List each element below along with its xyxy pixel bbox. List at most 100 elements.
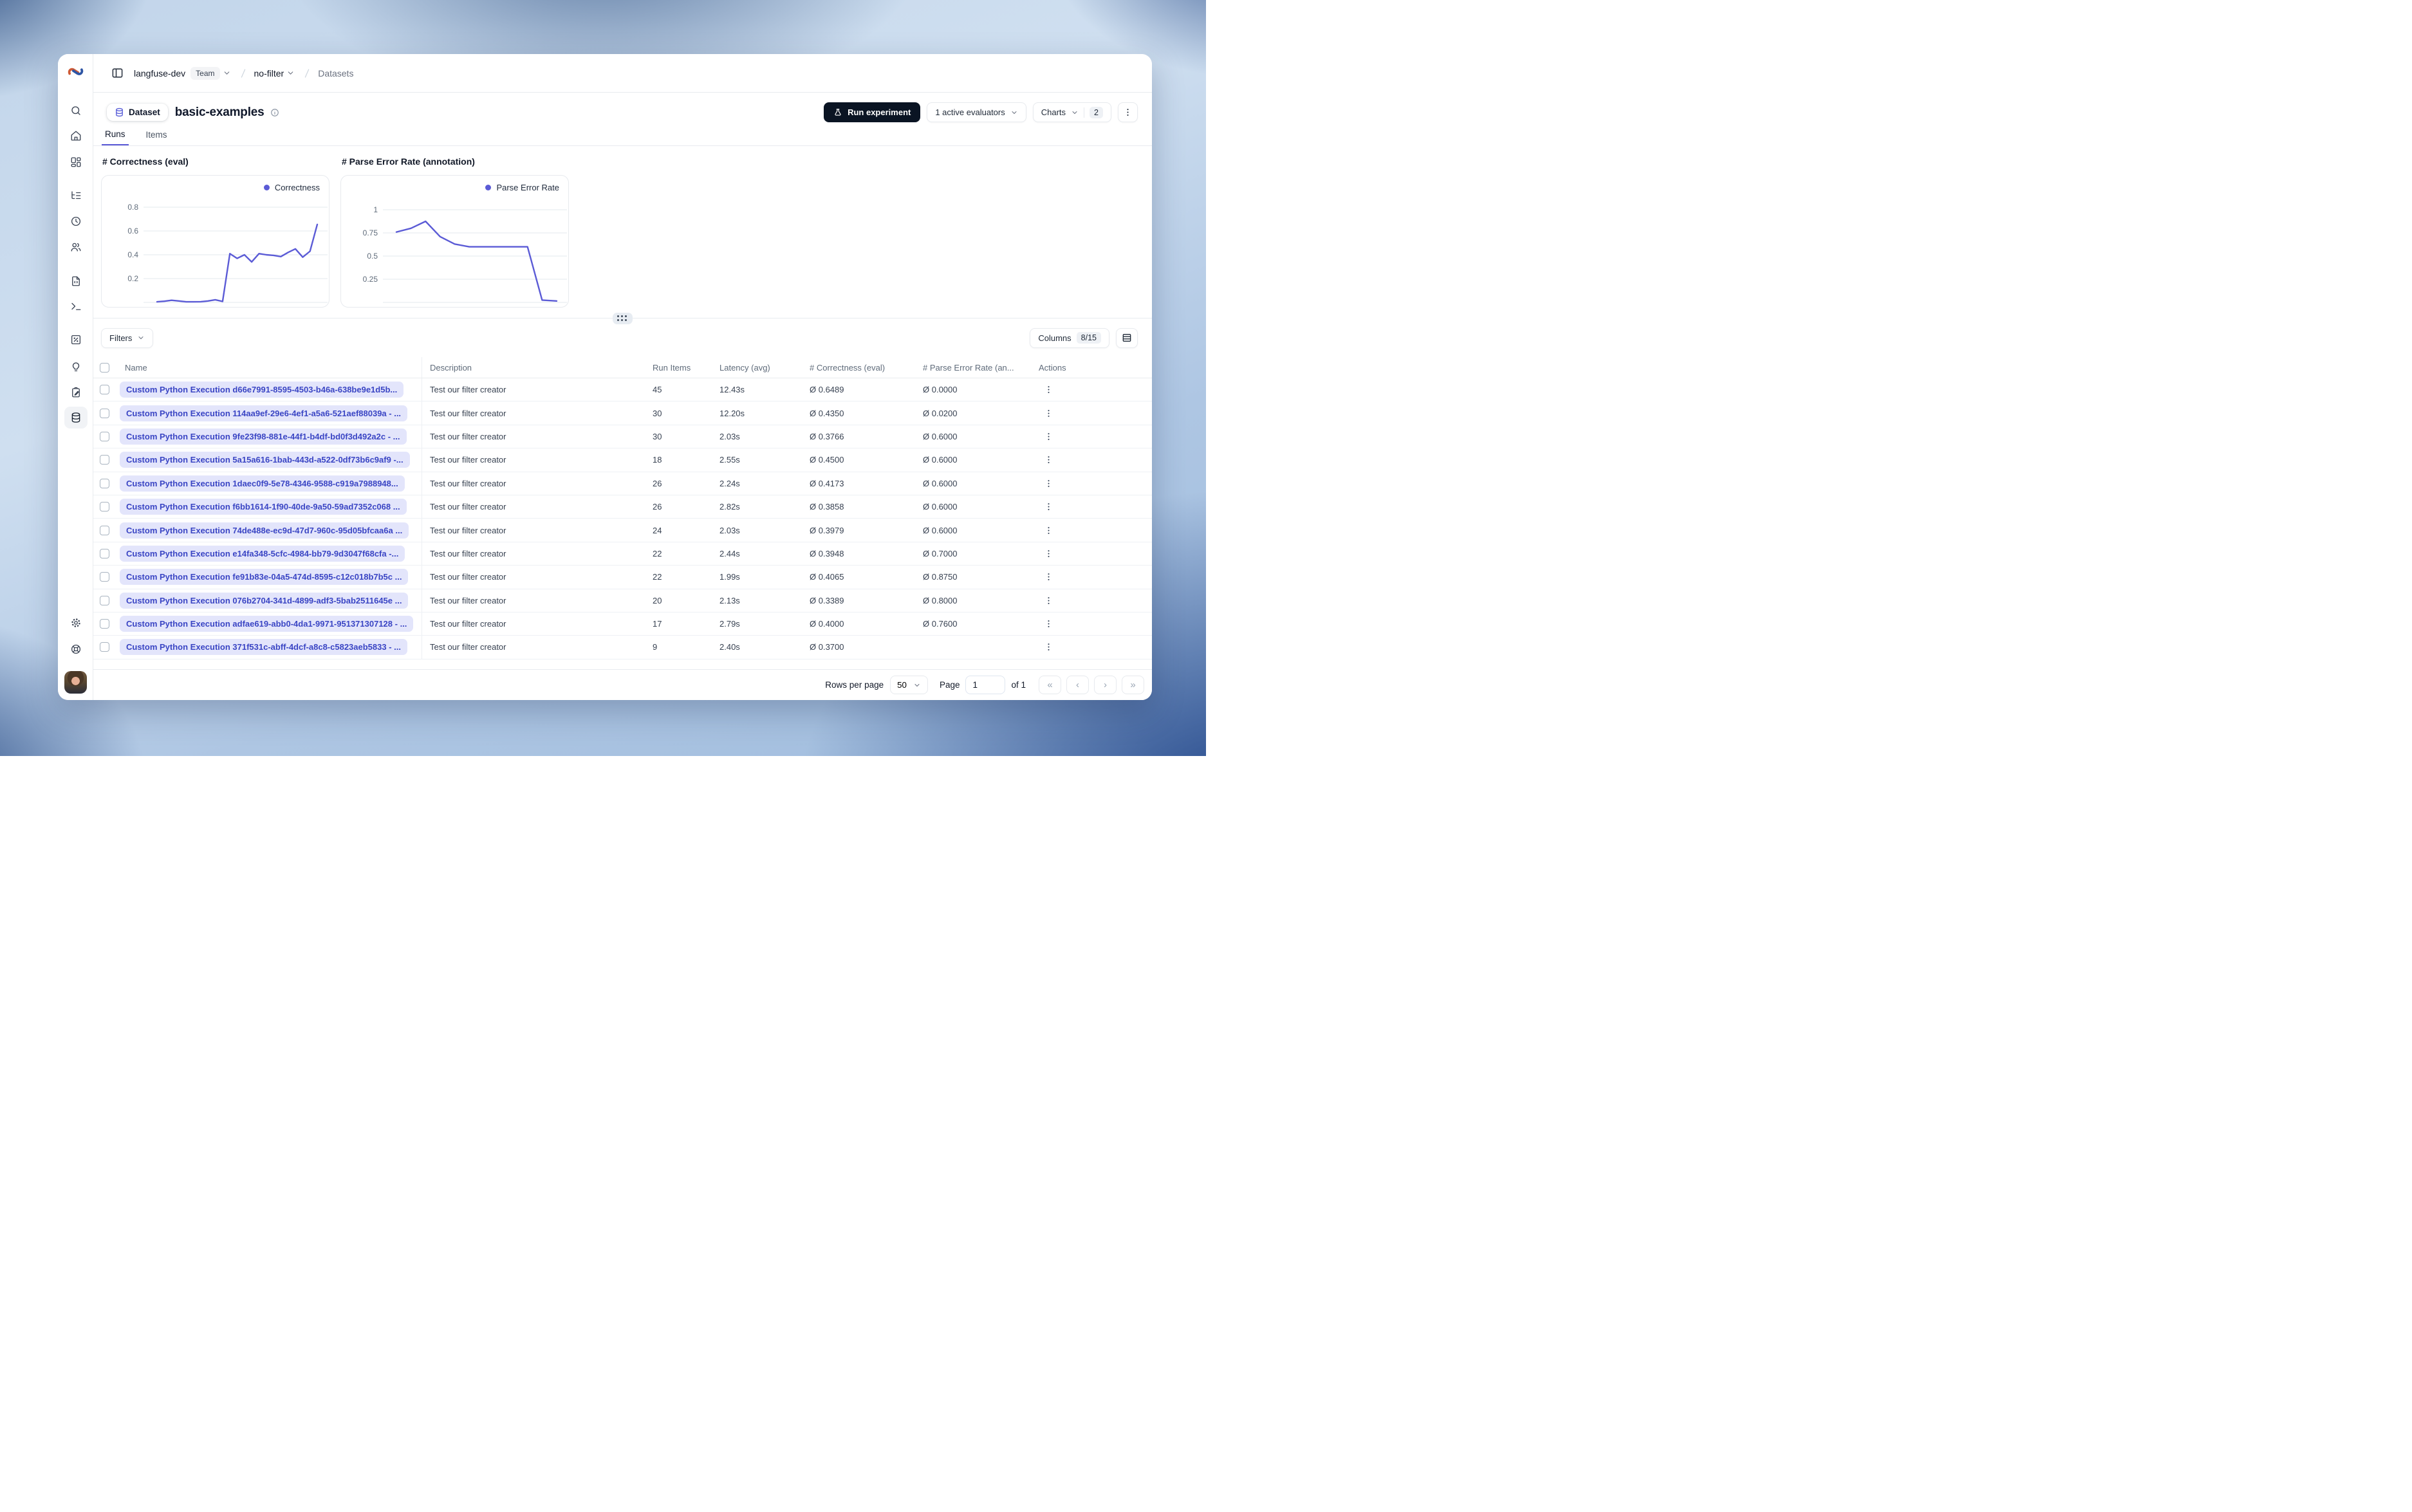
- chart-legend: Correctness: [263, 183, 320, 192]
- table-row[interactable]: Custom Python Execution 1daec0f9-5e78-43…: [93, 472, 1152, 495]
- table-row[interactable]: Custom Python Execution 5a15a616-1bab-44…: [93, 448, 1152, 472]
- active-evaluators-dropdown[interactable]: 1 active evaluators: [927, 102, 1026, 122]
- table-row[interactable]: Custom Python Execution 076b2704-341d-48…: [93, 589, 1152, 613]
- row-checkbox[interactable]: [100, 595, 109, 605]
- column-header-run-items[interactable]: Run Items: [645, 363, 712, 373]
- row-actions-button[interactable]: [1040, 639, 1057, 656]
- tab-runs[interactable]: Runs: [102, 124, 129, 145]
- row-checkbox[interactable]: [100, 619, 109, 629]
- sidebar-toggle-button[interactable]: [108, 64, 126, 82]
- row-actions-button[interactable]: [1040, 452, 1057, 468]
- row-actions-button[interactable]: [1040, 428, 1057, 445]
- user-avatar[interactable]: [64, 671, 87, 694]
- sidebar-item-dashboards[interactable]: [64, 151, 88, 173]
- breadcrumb-separator-icon: [237, 68, 249, 79]
- page-options-button[interactable]: [1118, 102, 1138, 122]
- filters-button[interactable]: Filters: [101, 327, 154, 348]
- sidebar-item-users[interactable]: [64, 236, 88, 258]
- run-name-link[interactable]: Custom Python Execution 371f531c-abff-4d…: [120, 639, 407, 656]
- select-all-checkbox[interactable]: [100, 362, 109, 373]
- sidebar-item-settings[interactable]: [64, 612, 88, 634]
- run-name-link[interactable]: Custom Python Execution e14fa348-5cfc-49…: [120, 545, 405, 562]
- row-height-button[interactable]: [1116, 327, 1138, 348]
- pagination-first-button[interactable]: «: [1039, 676, 1061, 694]
- column-header-correctness[interactable]: # Correctness (eval): [802, 363, 915, 373]
- row-checkbox[interactable]: [100, 408, 109, 418]
- sidebar-item-home[interactable]: [64, 125, 88, 147]
- row-checkbox[interactable]: [100, 478, 109, 488]
- column-header-description[interactable]: Description: [422, 363, 645, 373]
- column-header-latency[interactable]: Latency (avg): [712, 363, 802, 373]
- pagination-next-button[interactable]: ›: [1094, 676, 1117, 694]
- run-name-link[interactable]: Custom Python Execution f6bb1614-1f90-40…: [120, 499, 407, 515]
- row-checkbox[interactable]: [100, 385, 109, 395]
- row-checkbox[interactable]: [100, 502, 109, 512]
- table-row[interactable]: Custom Python Execution 74de488e-ec9d-47…: [93, 519, 1152, 542]
- pagination-last-button[interactable]: »: [1122, 676, 1144, 694]
- sidebar-item-sessions[interactable]: [64, 210, 88, 232]
- row-checkbox[interactable]: [100, 548, 109, 558]
- run-name-link[interactable]: Custom Python Execution d66e7991-8595-45…: [120, 382, 404, 398]
- table-row[interactable]: Custom Python Execution e14fa348-5cfc-49…: [93, 542, 1152, 566]
- column-header-parse-error-rate[interactable]: # Parse Error Rate (an...: [915, 363, 1031, 373]
- svg-text:1: 1: [373, 205, 378, 214]
- table-row[interactable]: Custom Python Execution adfae619-abb0-4d…: [93, 612, 1152, 636]
- sidebar-item-datasets[interactable]: [64, 407, 88, 429]
- run-name-link[interactable]: Custom Python Execution 114aa9ef-29e6-4e…: [120, 405, 408, 421]
- run-latency-value: 2.82s: [719, 502, 740, 512]
- breadcrumb-environment[interactable]: no-filter: [254, 68, 284, 78]
- row-checkbox[interactable]: [100, 525, 109, 535]
- page-input[interactable]: [965, 676, 1006, 694]
- row-actions-button[interactable]: [1040, 475, 1057, 492]
- breadcrumb-project[interactable]: langfuse-dev: [134, 68, 185, 78]
- sidebar-item-tracing[interactable]: [64, 185, 88, 207]
- row-checkbox[interactable]: [100, 431, 109, 441]
- run-name-link[interactable]: Custom Python Execution 5a15a616-1bab-44…: [120, 452, 410, 468]
- sidebar-item-search[interactable]: [64, 100, 88, 122]
- run-name-link[interactable]: Custom Python Execution 076b2704-341d-48…: [120, 592, 409, 609]
- row-actions-button[interactable]: [1040, 522, 1057, 539]
- columns-button[interactable]: Columns 8/15: [1030, 327, 1109, 348]
- run-name-link[interactable]: Custom Python Execution 9fe23f98-881e-44…: [120, 428, 407, 445]
- table-row[interactable]: Custom Python Execution 9fe23f98-881e-44…: [93, 425, 1152, 449]
- run-experiment-button[interactable]: Run experiment: [824, 102, 921, 122]
- sidebar-item-annotation-queues[interactable]: [64, 382, 88, 403]
- info-icon[interactable]: [270, 108, 279, 117]
- row-actions-button[interactable]: [1040, 592, 1057, 609]
- run-parse-error-rate-value: Ø 0.0200: [923, 408, 958, 418]
- column-header-name[interactable]: Name: [116, 357, 422, 378]
- pagination-prev-button[interactable]: ‹: [1066, 676, 1089, 694]
- table-row[interactable]: Custom Python Execution d66e7991-8595-45…: [93, 378, 1152, 402]
- chevron-down-icon[interactable]: [223, 69, 231, 77]
- sidebar-item-insights[interactable]: [64, 356, 88, 378]
- breadcrumb-section[interactable]: Datasets: [318, 68, 353, 78]
- row-checkbox[interactable]: [100, 455, 109, 465]
- sidebar-item-evaluation[interactable]: [64, 329, 88, 351]
- rows-per-page-select[interactable]: 50: [890, 676, 928, 694]
- sidebar-item-prompts[interactable]: [64, 270, 88, 292]
- row-actions-button[interactable]: [1040, 382, 1057, 398]
- table-row[interactable]: Custom Python Execution f6bb1614-1f90-40…: [93, 495, 1152, 519]
- chevron-down-icon[interactable]: [286, 69, 295, 77]
- run-name-link[interactable]: Custom Python Execution fe91b83e-04a5-47…: [120, 569, 409, 585]
- row-checkbox[interactable]: [100, 642, 109, 652]
- panel-resize-handle[interactable]: [612, 313, 633, 324]
- row-actions-button[interactable]: [1040, 499, 1057, 515]
- row-actions-button[interactable]: [1040, 545, 1057, 562]
- row-actions-button[interactable]: [1040, 569, 1057, 585]
- table-row[interactable]: Custom Python Execution 114aa9ef-29e6-4e…: [93, 401, 1152, 425]
- charts-dropdown[interactable]: Charts 2: [1032, 102, 1111, 122]
- run-name-link[interactable]: Custom Python Execution 1daec0f9-5e78-43…: [120, 475, 405, 492]
- row-actions-button[interactable]: [1040, 405, 1057, 421]
- table-row[interactable]: Custom Python Execution 371f531c-abff-4d…: [93, 636, 1152, 659]
- dataset-entity-label: Dataset: [129, 107, 160, 117]
- sidebar-item-playground[interactable]: [64, 295, 88, 317]
- run-name-link[interactable]: Custom Python Execution 74de488e-ec9d-47…: [120, 522, 409, 539]
- sidebar-item-support[interactable]: [64, 638, 88, 660]
- run-name-link[interactable]: Custom Python Execution adfae619-abb0-4d…: [120, 616, 414, 632]
- run-correctness-value: Ø 0.3700: [810, 642, 844, 652]
- row-checkbox[interactable]: [100, 572, 109, 582]
- row-actions-button[interactable]: [1040, 616, 1057, 632]
- table-row[interactable]: Custom Python Execution fe91b83e-04a5-47…: [93, 566, 1152, 589]
- tab-items[interactable]: Items: [143, 124, 171, 145]
